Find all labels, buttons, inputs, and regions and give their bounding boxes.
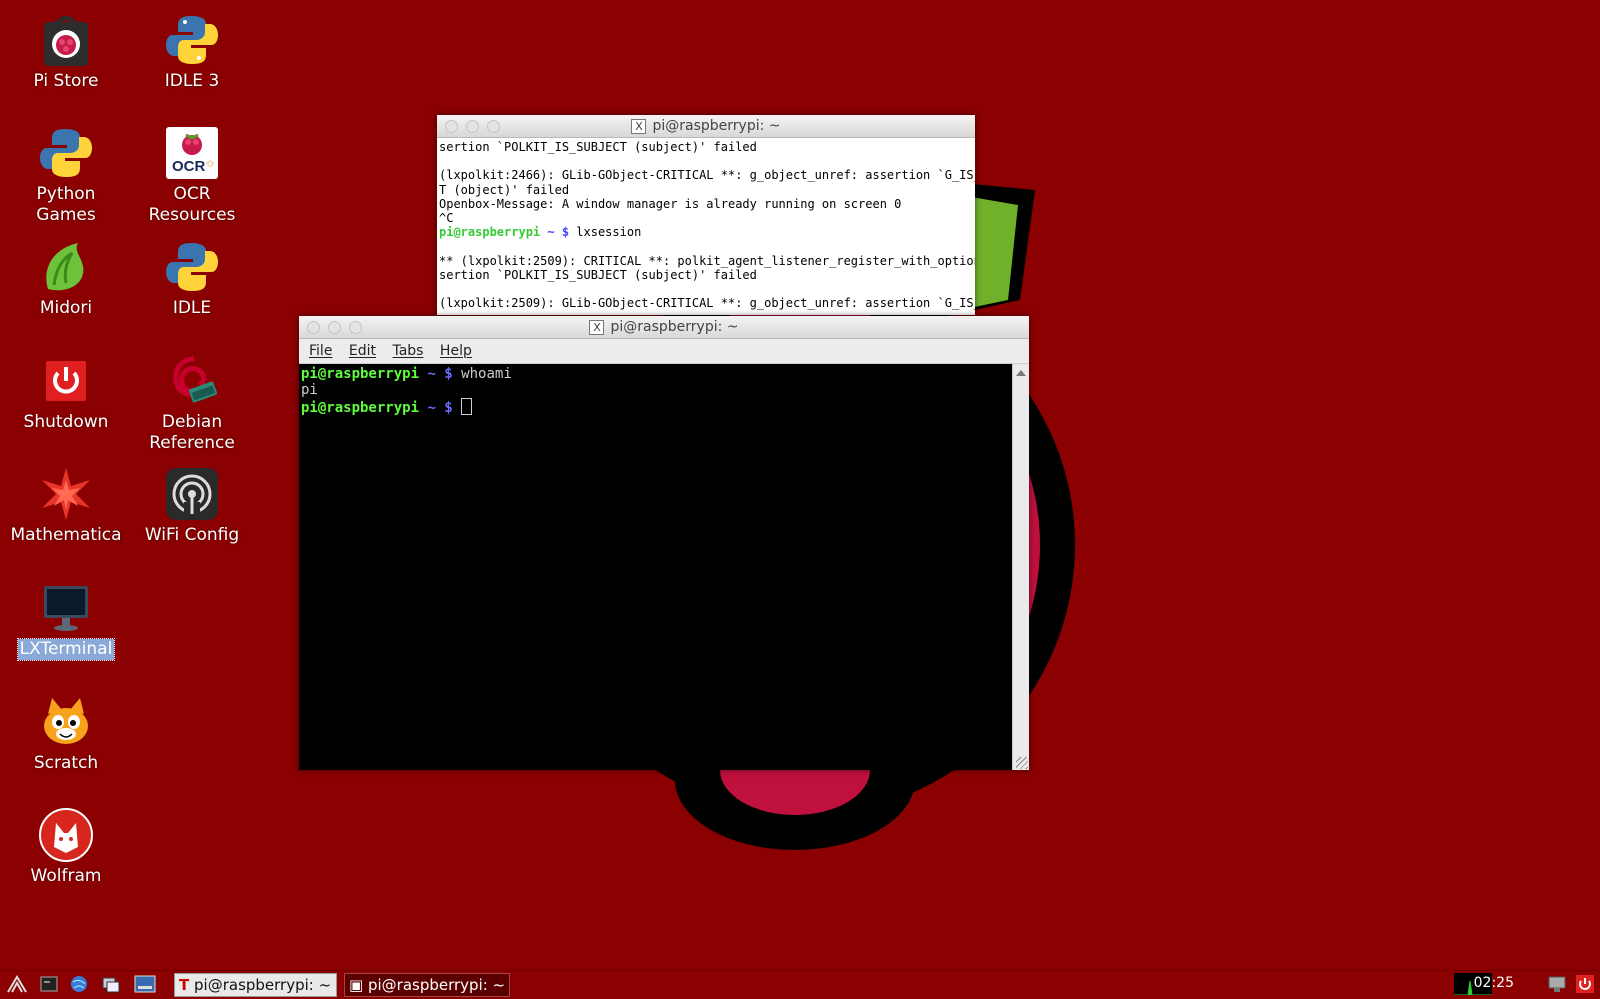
x-app-icon: X — [589, 319, 605, 335]
svg-text:OCR: OCR — [172, 158, 206, 175]
line: ​ — [439, 239, 975, 253]
desktop-icon-label: Debian Reference — [149, 412, 235, 453]
prompt-line: pi@raspberrypi ~ $ — [301, 398, 1013, 416]
taskbar-task-2[interactable]: ▣ pi@raspberrypi: ~ — [344, 973, 510, 997]
svg-text:✩: ✩ — [206, 159, 215, 170]
prompt-line: pi@raspberrypi ~ $ whoami — [301, 366, 512, 382]
windows-switcher-icon[interactable] — [100, 974, 122, 994]
terminal-task-icon: T — [179, 976, 190, 994]
menu-launcher-icon[interactable] — [6, 974, 28, 994]
desktop-icon-label: LXTerminal — [16, 638, 116, 661]
line: (lxpolkit:2509): GLib-GObject-CRITICAL *… — [439, 296, 975, 310]
desktop-icon-label: WiFi Config — [144, 525, 240, 545]
desktop-icon-python-games[interactable]: Python Games — [2, 117, 130, 226]
desktop-icon-label: Wolfram — [30, 866, 102, 886]
menu-tabs[interactable]: Tabs — [392, 343, 423, 359]
desktop-icon-scratch[interactable]: Scratch — [2, 686, 130, 774]
desktop-icon-debian-reference[interactable]: Debian Reference — [128, 345, 256, 454]
midori-icon — [38, 239, 94, 295]
scrollbar[interactable] — [1012, 364, 1029, 770]
terminal-launch-icon[interactable] — [38, 974, 60, 994]
line: T (object)' failed — [439, 182, 570, 197]
desktop-icon-wolfram[interactable]: Wolfram — [2, 799, 130, 887]
python-icon — [38, 125, 94, 181]
x-app-icon: X — [631, 118, 647, 134]
taskbar-task-1[interactable]: T pi@raspberrypi: ~ — [174, 973, 337, 997]
line: Openbox-Message: A window manager is alr… — [439, 196, 902, 211]
desktop-icon-label: OCR Resources — [148, 184, 236, 225]
terminal-output[interactable]: sertion `POLKIT_IS_SUBJECT (subject)' fa… — [437, 138, 975, 310]
wolfram-icon — [38, 807, 94, 863]
desktop-icon-label: IDLE — [172, 298, 212, 318]
line: ​ — [439, 154, 975, 168]
line: ^C — [439, 211, 454, 226]
desktop-icon-idle[interactable]: IDLE — [128, 231, 256, 319]
line: ** (lxpolkit:2509): CRITICAL **: polkit_… — [439, 253, 975, 268]
window-title: Xpi@raspberrypi: ~ — [299, 319, 1029, 335]
taskbar: T pi@raspberrypi: ~ ▣ pi@raspberrypi: ~ … — [0, 970, 1600, 997]
desktop-icon-label: Mathematica — [10, 525, 122, 545]
show-desktop-icon[interactable] — [134, 974, 156, 994]
ocr-icon: OCR ✩ — [164, 125, 220, 181]
clock[interactable]: 02:25 — [1474, 975, 1514, 991]
desktop-icon-label: Scratch — [33, 753, 99, 773]
window-title: Xpi@raspberrypi: ~ — [437, 118, 975, 134]
desktop-icon-idle3[interactable]: IDLE 3 — [128, 4, 256, 92]
output-line: pi — [301, 382, 318, 398]
wifi-icon — [164, 466, 220, 522]
desktop-icon-label: IDLE 3 — [164, 71, 220, 91]
desktop-icon-pi-store[interactable]: Pi Store — [2, 4, 130, 92]
desktop-icon-lxterminal[interactable]: LXTerminal — [2, 572, 130, 661]
menu-help[interactable]: Help — [440, 343, 472, 359]
desktop-icon-wifi-config[interactable]: WiFi Config — [128, 458, 256, 546]
titlebar[interactable]: Xpi@raspberrypi: ~ — [299, 316, 1029, 339]
python-icon — [164, 239, 220, 295]
titlebar[interactable]: Xpi@raspberrypi: ~ — [437, 115, 975, 138]
web-browser-icon[interactable] — [68, 974, 90, 994]
pi-store-icon — [38, 12, 94, 68]
terminal-window-front[interactable]: Xpi@raspberrypi: ~ File Edit Tabs Help p… — [299, 316, 1029, 770]
line: ​ — [439, 282, 975, 296]
monitor-icon — [38, 580, 94, 636]
line: (lxpolkit:2466): GLib-GObject-CRITICAL *… — [439, 168, 975, 183]
desktop-icon-midori[interactable]: Midori — [2, 231, 130, 319]
desktop-icon-label: Midori — [39, 298, 93, 318]
menu-bar: File Edit Tabs Help — [299, 339, 1029, 364]
desktop-icon-label: Python Games — [36, 184, 96, 225]
line: sertion `POLKIT_IS_SUBJECT (subject)' fa… — [439, 140, 757, 154]
power-icon — [38, 353, 94, 409]
desktop-icon-shutdown[interactable]: Shutdown — [2, 345, 130, 433]
terminal-console[interactable]: pi@raspberrypi ~ $ whoami pi pi@raspberryp… — [299, 364, 1013, 770]
debian-icon — [164, 353, 220, 409]
menu-file[interactable]: File — [309, 343, 332, 359]
scroll-up-arrow-icon[interactable] — [1016, 370, 1026, 376]
prompt-line: pi@raspberrypi ~ $ lxsession — [439, 225, 642, 240]
desktop-icon-label: Pi Store — [33, 71, 99, 91]
line: sertion `POLKIT_IS_SUBJECT (subject)' fa… — [439, 267, 757, 282]
desktop-icon-ocr-resources[interactable]: OCR ✩ OCR Resources — [128, 117, 256, 226]
text-cursor — [461, 398, 473, 415]
desktop-icon-mathematica[interactable]: Mathematica — [2, 458, 130, 546]
network-icon[interactable] — [1546, 974, 1568, 994]
monitor-task-icon: ▣ — [349, 976, 364, 994]
mathematica-icon — [38, 466, 94, 522]
scratch-icon — [38, 694, 94, 750]
power-icon[interactable] — [1574, 974, 1596, 994]
terminal-window-back[interactable]: Xpi@raspberrypi: ~ sertion `POLKIT_IS_SU… — [437, 115, 975, 315]
resize-grip-icon[interactable] — [1016, 757, 1028, 769]
menu-edit[interactable]: Edit — [349, 343, 376, 359]
desktop-icon-label: Shutdown — [23, 412, 109, 432]
python-icon — [164, 12, 220, 68]
